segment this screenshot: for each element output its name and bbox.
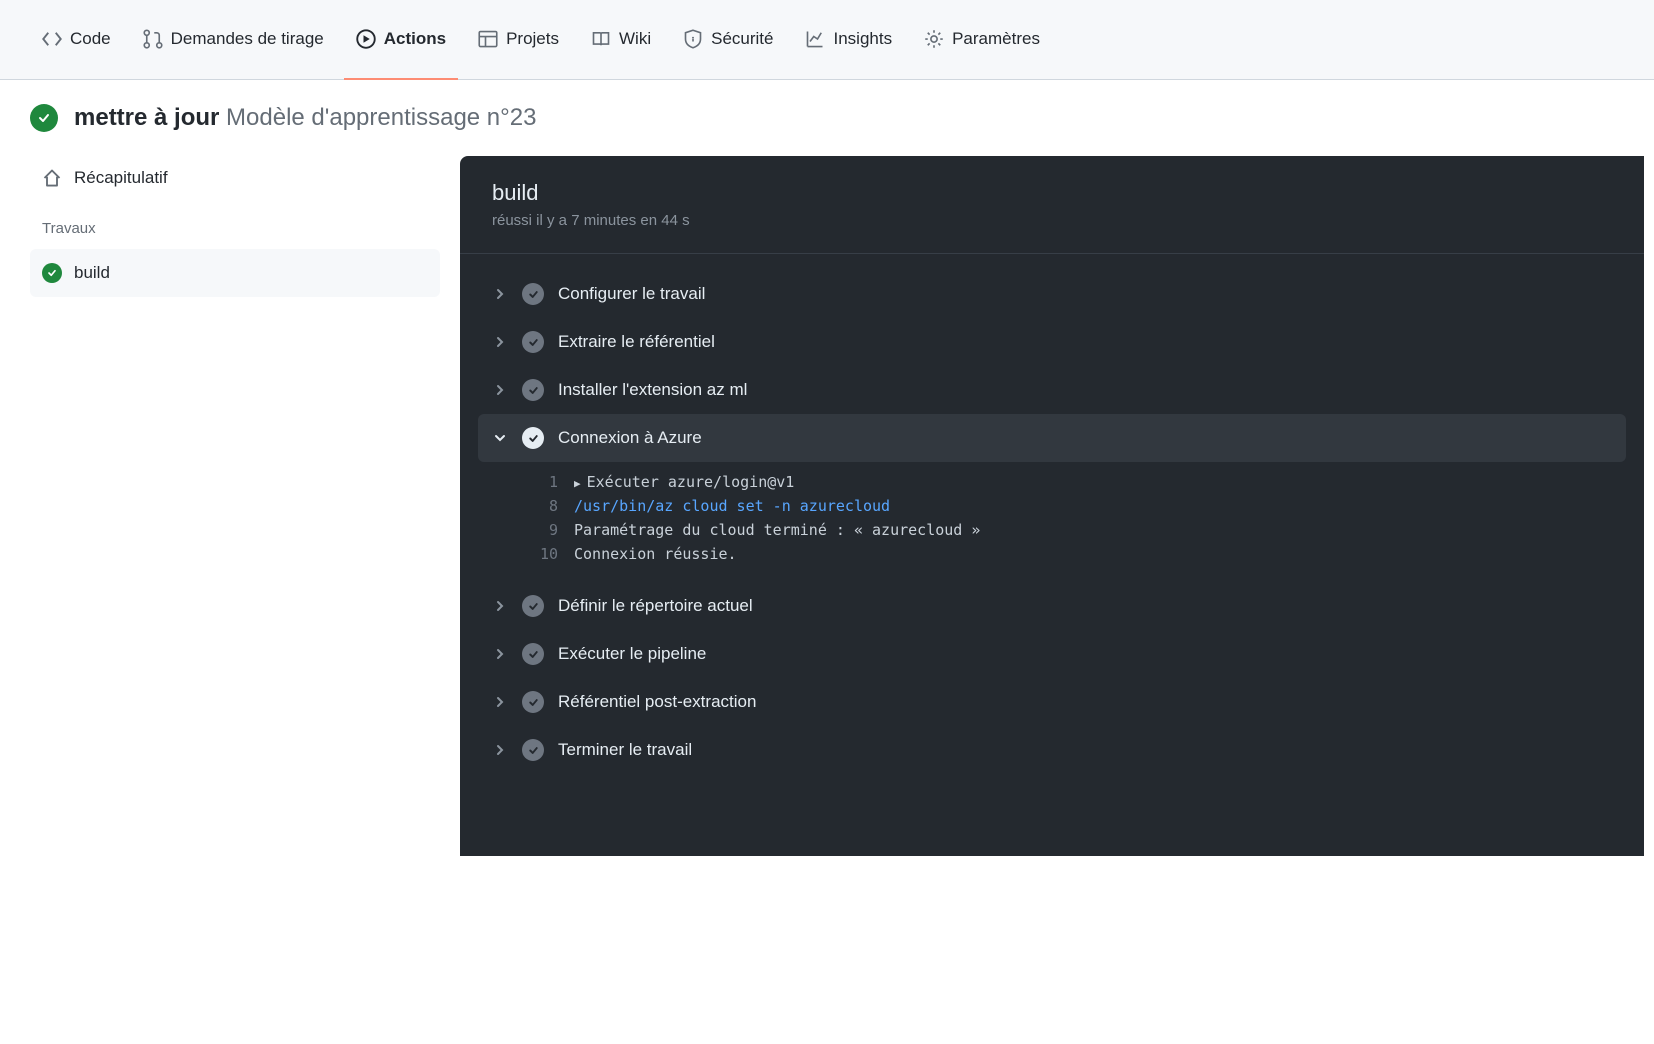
job-log-panel: build réussi il y a 7 minutes en 44 s Co… [460,156,1644,856]
step-label: Configurer le travail [558,284,705,304]
chevron-right-icon [492,646,508,662]
step-label: Terminer le travail [558,740,692,760]
log-output: 1 ▶Exécuter azure/login@v1 8 /usr/bin/az… [478,462,1626,582]
chevron-right-icon [492,598,508,614]
tab-insights[interactable]: Insights [793,0,904,80]
graph-icon [805,29,825,49]
check-circle-icon [522,643,544,665]
check-circle-icon [522,691,544,713]
code-icon [42,29,62,49]
shield-icon [683,29,703,49]
tab-code[interactable]: Code [30,0,123,80]
tab-settings[interactable]: Paramètres [912,0,1052,80]
tab-insights-label: Insights [833,29,892,49]
chevron-right-icon [492,742,508,758]
step-row[interactable]: Extraire le référentiel [478,318,1626,366]
sidebar-job-build[interactable]: build [30,249,440,297]
chevron-down-icon [492,430,508,446]
step-row-expanded[interactable]: Connexion à Azure [478,414,1626,462]
step-label: Référentiel post-extraction [558,692,756,712]
step-label: Extraire le référentiel [558,332,715,352]
sidebar-jobs-heading: Travaux [30,200,440,249]
check-circle-icon [522,283,544,305]
step-row[interactable]: Exécuter le pipeline [478,630,1626,678]
home-icon [42,168,62,188]
step-row[interactable]: Définir le répertoire actuel [478,582,1626,630]
check-circle-icon [522,331,544,353]
git-pull-request-icon [143,29,163,49]
log-line[interactable]: 9 Paramétrage du cloud terminé : « azure… [528,518,1626,542]
tab-security-label: Sécurité [711,29,773,49]
workflow-title-rest: Modèle d'apprentissage n°23 [226,104,536,131]
job-status-line: réussi il y a 7 minutes en 44 s [492,212,1612,229]
check-circle-icon [522,379,544,401]
log-line-text: Connexion réussie. [574,545,737,563]
steps-list: Configurer le travail Extraire le référe… [460,254,1644,790]
check-circle-icon [522,739,544,761]
tab-actions-label: Actions [384,29,446,49]
log-line[interactable]: 8 /usr/bin/az cloud set -n azurecloud [528,494,1626,518]
chevron-right-icon [492,286,508,302]
step-row[interactable]: Référentiel post-extraction [478,678,1626,726]
tab-wiki[interactable]: Wiki [579,0,663,80]
log-line-number: 10 [528,545,558,563]
log-line-text: ▶Exécuter azure/login@v1 [574,473,794,491]
step-label: Installer l'extension az ml [558,380,747,400]
book-icon [591,29,611,49]
log-line-text: Paramétrage du cloud terminé : « azurecl… [574,521,980,539]
log-line-number: 9 [528,521,558,539]
job-header: build réussi il y a 7 minutes en 44 s [460,156,1644,254]
job-name: build [492,180,1612,206]
log-line[interactable]: 1 ▶Exécuter azure/login@v1 [528,470,1626,494]
log-line[interactable]: 10 Connexion réussie. [528,542,1626,566]
step-label: Connexion à Azure [558,428,702,448]
workflow-title-row: mettre à jour Modèle d'apprentissage n°2… [0,80,1654,156]
tab-pulls-label: Demandes de tirage [171,29,324,49]
success-status-icon [30,104,58,132]
log-line-number: 1 [528,473,558,491]
play-circle-icon [356,29,376,49]
table-icon [478,29,498,49]
tab-actions[interactable]: Actions [344,0,458,80]
log-line-number: 8 [528,497,558,515]
step-row[interactable]: Configurer le travail [478,270,1626,318]
tab-wiki-label: Wiki [619,29,651,49]
tab-projects[interactable]: Projets [466,0,571,80]
step-label: Exécuter le pipeline [558,644,706,664]
chevron-right-icon [492,334,508,350]
tab-projects-label: Projets [506,29,559,49]
tab-security[interactable]: Sécurité [671,0,785,80]
gear-icon [924,29,944,49]
workflow-title-bold: mettre à jour [74,104,219,131]
success-status-icon [42,263,62,283]
tab-settings-label: Paramètres [952,29,1040,49]
step-label: Définir le répertoire actuel [558,596,753,616]
check-circle-icon [522,595,544,617]
chevron-right-icon [492,694,508,710]
sidebar-summary[interactable]: Récapitulatif [30,156,440,200]
repo-nav: Code Demandes de tirage Actions Projets … [0,0,1654,80]
step-row[interactable]: Installer l'extension az ml [478,366,1626,414]
tab-pulls[interactable]: Demandes de tirage [131,0,336,80]
check-circle-icon [522,427,544,449]
sidebar-job-label: build [74,263,110,283]
sidebar: Récapitulatif Travaux build [10,156,460,856]
log-line-text: /usr/bin/az cloud set -n azurecloud [574,497,890,515]
tab-code-label: Code [70,29,111,49]
step-row[interactable]: Terminer le travail [478,726,1626,774]
triangle-right-icon: ▶ [574,477,581,490]
sidebar-summary-label: Récapitulatif [74,168,168,188]
workflow-title: mettre à jour Modèle d'apprentissage n°2… [74,104,536,132]
chevron-right-icon [492,382,508,398]
